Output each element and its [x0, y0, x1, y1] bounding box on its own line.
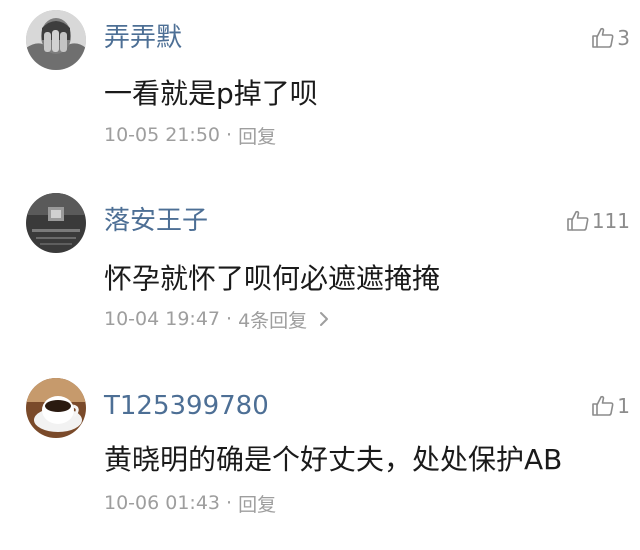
- dark-photo-icon: [26, 193, 86, 253]
- comment-text: 怀孕就怀了呗何必遮遮掩掩: [104, 262, 441, 295]
- thumbs-up-icon: [567, 210, 589, 231]
- username[interactable]: 落安王子: [104, 205, 208, 237]
- reply-button[interactable]: 回复: [238, 122, 276, 149]
- like-count: 3: [617, 26, 630, 50]
- like-button[interactable]: 111: [566, 205, 630, 237]
- coffee-cup-icon: [26, 378, 86, 438]
- reply-button[interactable]: 回复: [238, 490, 276, 517]
- chevron-right-icon[interactable]: [319, 311, 329, 327]
- view-replies-button[interactable]: 4条回复: [238, 306, 307, 333]
- thumbs-up-icon: [592, 395, 614, 416]
- comment-item: 弄弄默 3 一看就是p掉了呗 10-05 21:50 · 回复: [0, 0, 640, 180]
- meta-separator: ·: [226, 492, 233, 514]
- like-button[interactable]: 1: [591, 390, 630, 422]
- avatar[interactable]: [26, 378, 86, 438]
- comment-item: T125399780 1 黄晓明的确是个好丈夫，处处保护AB 10-06 01:…: [0, 360, 640, 550]
- comment-item: 落安王子 111 怀孕就怀了呗何必遮遮掩掩 10-04 19:47 · 4条回复: [0, 180, 640, 360]
- comment-meta: 10-04 19:47 · 4条回复: [104, 304, 329, 334]
- comment-text: 黄晓明的确是个好丈夫，处处保护AB: [104, 443, 563, 476]
- meta-separator: ·: [226, 308, 233, 330]
- username[interactable]: 弄弄默: [104, 22, 182, 54]
- avatar[interactable]: [26, 193, 86, 253]
- avatar[interactable]: [26, 10, 86, 70]
- like-count: 111: [591, 209, 630, 233]
- comment-meta: 10-06 01:43 · 回复: [104, 488, 276, 518]
- person-covering-face-icon: [26, 10, 86, 70]
- timestamp: 10-04 19:47: [104, 308, 221, 330]
- timestamp: 10-05 21:50: [104, 124, 221, 146]
- username[interactable]: T125399780: [104, 390, 269, 422]
- meta-separator: ·: [226, 124, 233, 146]
- comment-meta: 10-05 21:50 · 回复: [104, 120, 276, 150]
- comment-text: 一看就是p掉了呗: [104, 77, 318, 110]
- like-button[interactable]: 3: [591, 22, 630, 54]
- like-count: 1: [617, 394, 630, 418]
- timestamp: 10-06 01:43: [104, 492, 221, 514]
- thumbs-up-icon: [592, 27, 614, 48]
